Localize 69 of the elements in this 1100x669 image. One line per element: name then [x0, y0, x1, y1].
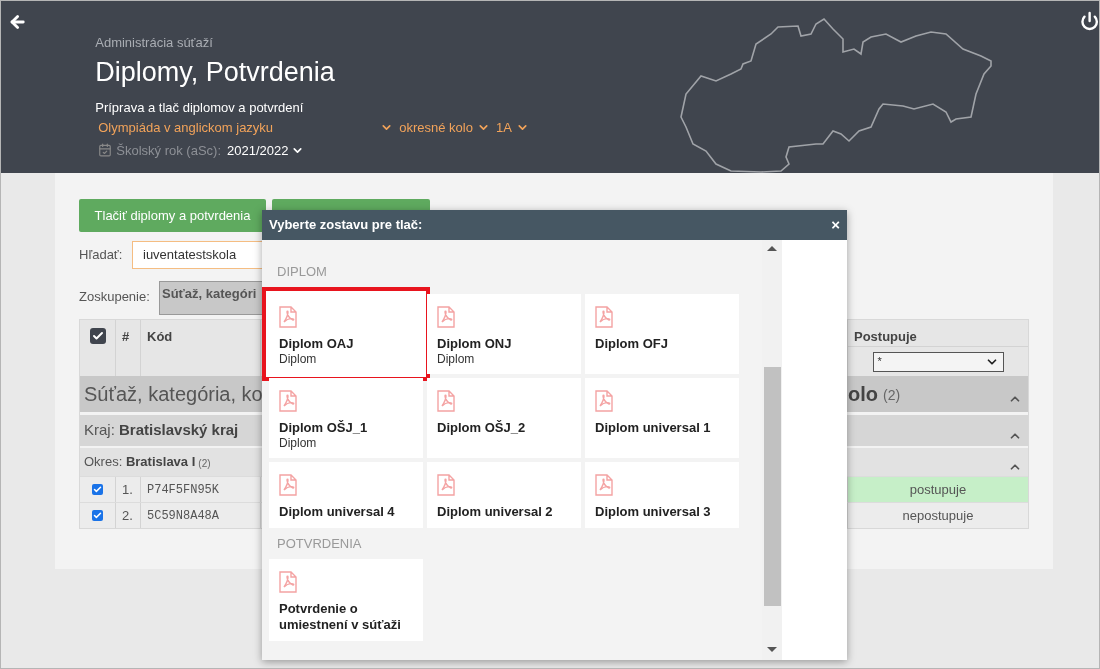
pdf-file-icon	[437, 389, 455, 412]
table-cell: 2.	[116, 503, 141, 528]
report-card[interactable]: Diplom universal 3	[585, 461, 739, 528]
row-checkbox[interactable]	[92, 510, 103, 521]
report-name: Diplom universal 4	[279, 503, 395, 520]
row-checkbox[interactable]	[92, 484, 103, 495]
group-count: (2)	[198, 456, 211, 471]
calendar-icon	[98, 143, 113, 158]
group-title: Okres: Bratislava I	[84, 453, 196, 472]
scrollbar[interactable]	[762, 240, 782, 660]
pdf-file-icon	[279, 389, 297, 412]
scroll-up-icon[interactable]	[767, 246, 777, 251]
filter-dropdown[interactable]: okresné kolo	[399, 118, 490, 138]
report-name: Potvrdenie o umiestnení v súťaži	[279, 601, 402, 633]
pdf-file-icon	[595, 305, 613, 328]
table-cell: 5C59N8A48A	[141, 503, 261, 528]
report-type: Diplom	[437, 351, 475, 366]
group-title: Kraj: Bratislavský kraj	[84, 420, 239, 441]
grouping-label: Zoskupenie:	[79, 288, 151, 306]
report-name: Diplom OAJ	[279, 335, 354, 352]
dialog-title: Vyberte zostavu pre tlač:	[269, 216, 423, 235]
report-card[interactable]: Diplom OŠJ_1 Diplom	[269, 377, 423, 458]
report-card[interactable]: Diplom OFJ	[585, 293, 739, 374]
report-name: Diplom OŠJ_1	[279, 419, 368, 436]
report-card[interactable]: Diplom OAJ Diplom	[262, 286, 430, 381]
report-card[interactable]: Diplom ONJ Diplom	[427, 293, 581, 374]
pdf-file-icon	[279, 473, 297, 496]
check-icon	[93, 511, 102, 520]
page-title: Diplomy, Potvrdenia	[95, 55, 336, 89]
check-icon	[93, 485, 102, 494]
status-cell: postupuje	[848, 477, 1028, 502]
scroll-down-icon[interactable]	[767, 647, 777, 652]
check-icon	[91, 330, 104, 342]
pdf-file-icon	[595, 389, 613, 412]
scroll-thumb[interactable]	[763, 367, 781, 606]
pdf-file-icon	[437, 473, 455, 496]
report-name: Diplom universal 3	[595, 503, 711, 520]
school-year-label: Školský rok (aSc):	[116, 141, 221, 160]
search-label: Hľadať:	[79, 246, 124, 265]
filter-dropdown[interactable]: 1A	[495, 118, 529, 138]
report-name: Diplom universal 1	[595, 419, 711, 436]
status-filter-select[interactable]: *	[872, 351, 1004, 372]
breadcrumb: Administrácia súťaží	[95, 34, 214, 52]
pdf-file-icon	[279, 305, 297, 328]
power-icon[interactable]	[1079, 11, 1099, 31]
school-year-dropdown[interactable]: 2021/2022	[227, 140, 305, 160]
pdf-file-icon	[279, 571, 297, 593]
report-card[interactable]: Diplom universal 1	[585, 377, 739, 458]
select-all-checkbox[interactable]	[89, 328, 106, 344]
group-title: Súťaž, kategória, ko	[84, 383, 263, 405]
table-header-cell: Postupuje	[848, 320, 1028, 347]
section-heading: POTVRDENIA	[276, 534, 363, 553]
report-card[interactable]: Diplom universal 4	[269, 461, 423, 528]
report-type: Diplom	[279, 435, 317, 450]
group-count: (2)	[883, 386, 901, 405]
report-card[interactable]: Diplom OŠJ_2	[427, 377, 581, 458]
report-name: Diplom OFJ	[595, 335, 668, 352]
filter-dropdown[interactable]: Olympiáda v anglickom jazyku	[95, 118, 394, 138]
pdf-file-icon	[595, 473, 613, 496]
group-title: olo	[848, 382, 878, 407]
report-name: Diplom ONJ	[437, 335, 512, 352]
pdf-file-icon	[437, 305, 455, 328]
report-card[interactable]: Potvrdenie o umiestnení v súťaži	[269, 559, 423, 641]
report-name: Diplom universal 2	[437, 503, 553, 520]
page-subtitle: Príprava a tlač diplomov a potvrdení	[95, 98, 305, 117]
close-button[interactable]: ×	[831, 213, 840, 237]
report-type: Diplom	[279, 351, 317, 366]
report-name: Diplom OŠJ_2	[437, 419, 526, 436]
report-card[interactable]: Diplom universal 2	[427, 461, 581, 528]
